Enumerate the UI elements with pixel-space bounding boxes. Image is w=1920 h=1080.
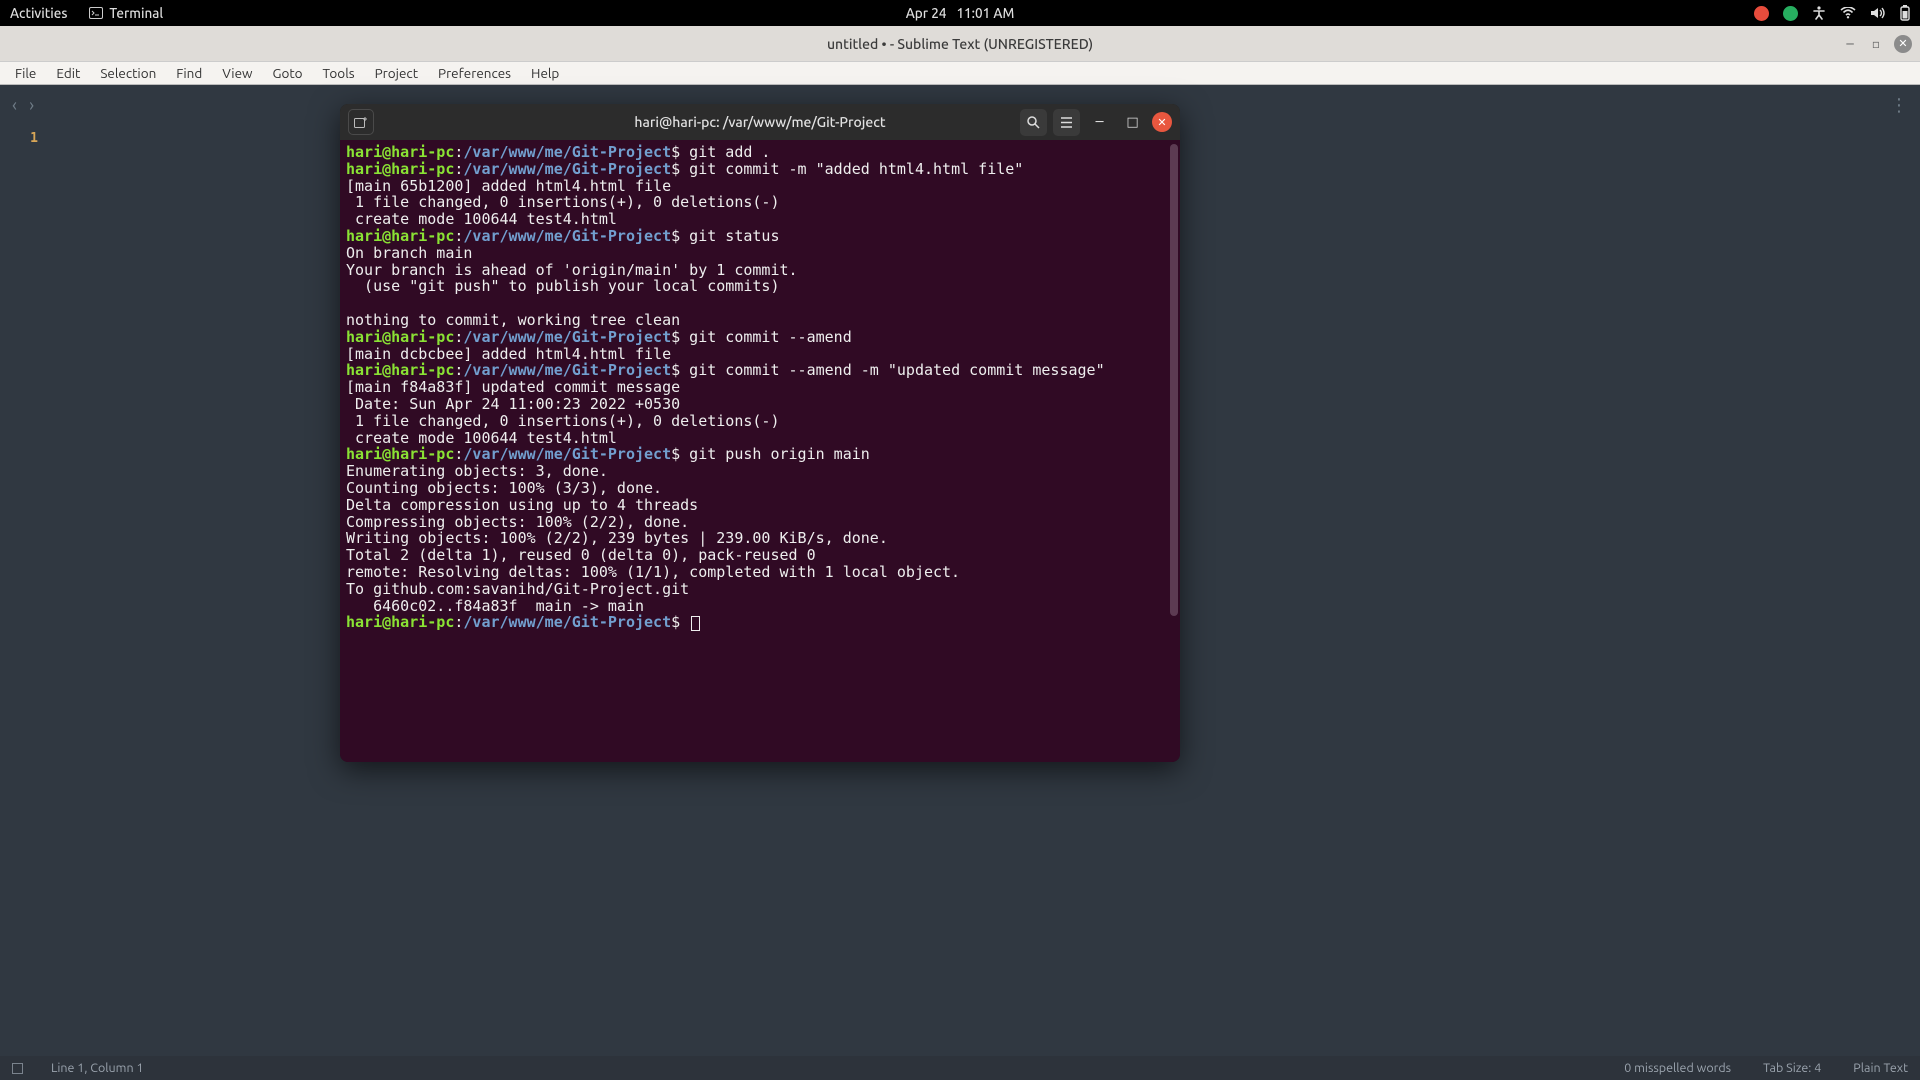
accessibility-icon[interactable] bbox=[1812, 6, 1826, 20]
terminal-output[interactable]: hari@hari-pc:/var/www/me/Git-Project$ gi… bbox=[340, 140, 1180, 762]
sublime-statusbar: Line 1, Column 1 0 misspelled words Tab … bbox=[0, 1056, 1920, 1080]
tab-history-nav: ‹ › bbox=[12, 95, 34, 115]
gnome-topbar: Activities Terminal Apr 24 11:01 AM bbox=[0, 0, 1920, 26]
new-tab-button[interactable] bbox=[348, 109, 374, 135]
time-label: 11:01 AM bbox=[956, 5, 1014, 21]
terminal-titlebar[interactable]: hari@hari-pc: /var/www/me/Git-Project ─ … bbox=[340, 104, 1180, 140]
minimize-icon[interactable]: ─ bbox=[1842, 36, 1858, 52]
nav-forward-icon[interactable]: › bbox=[29, 95, 34, 115]
menu-find[interactable]: Find bbox=[167, 63, 211, 83]
battery-icon[interactable] bbox=[1900, 5, 1910, 21]
menu-file[interactable]: File bbox=[6, 63, 45, 83]
close-icon[interactable]: ✕ bbox=[1894, 35, 1912, 53]
sublime-titlebar[interactable]: untitled • - Sublime Text (UNREGISTERED)… bbox=[0, 26, 1920, 61]
scrollbar[interactable] bbox=[1170, 144, 1178, 616]
menu-help[interactable]: Help bbox=[522, 63, 568, 83]
maximize-button[interactable]: □ bbox=[1119, 109, 1146, 136]
status-indicator-red-icon[interactable] bbox=[1754, 6, 1769, 21]
menu-edit[interactable]: Edit bbox=[47, 63, 89, 83]
nav-back-icon[interactable]: ‹ bbox=[12, 95, 17, 115]
terminal-icon bbox=[89, 7, 103, 19]
spellcheck-label[interactable]: 0 misspelled words bbox=[1624, 1061, 1731, 1075]
menu-view[interactable]: View bbox=[213, 63, 261, 83]
maximize-icon[interactable]: ▫ bbox=[1868, 36, 1884, 52]
active-app-terminal[interactable]: Terminal bbox=[89, 5, 163, 21]
more-icon[interactable]: ⋮ bbox=[1890, 95, 1906, 116]
indent-label[interactable]: Tab Size: 4 bbox=[1763, 1061, 1821, 1075]
sublime-menubar: FileEditSelectionFindViewGotoToolsProjec… bbox=[0, 61, 1920, 85]
terminal-window: hari@hari-pc: /var/www/me/Git-Project ─ … bbox=[340, 104, 1180, 762]
terminal-title-label: hari@hari-pc: /var/www/me/Git-Project bbox=[634, 114, 885, 130]
menu-preferences[interactable]: Preferences bbox=[429, 63, 520, 83]
activities-button[interactable]: Activities bbox=[10, 5, 67, 21]
sublime-title-label: untitled • - Sublime Text (UNREGISTERED) bbox=[827, 36, 1093, 52]
date-label: Apr 24 bbox=[906, 5, 947, 21]
minimize-button[interactable]: ─ bbox=[1086, 109, 1113, 136]
volume-icon[interactable] bbox=[1870, 6, 1886, 20]
status-indicator-green-icon[interactable] bbox=[1783, 6, 1798, 21]
menu-goto[interactable]: Goto bbox=[264, 63, 312, 83]
menu-selection[interactable]: Selection bbox=[91, 63, 165, 83]
line-number: 1 bbox=[0, 131, 38, 146]
wifi-icon[interactable] bbox=[1840, 7, 1856, 19]
active-app-label: Terminal bbox=[109, 5, 163, 21]
panel-switcher-icon[interactable] bbox=[12, 1063, 23, 1074]
hamburger-menu-button[interactable] bbox=[1053, 109, 1080, 136]
menu-project[interactable]: Project bbox=[366, 63, 427, 83]
cursor-position-label[interactable]: Line 1, Column 1 bbox=[51, 1061, 144, 1075]
gutter: 1 bbox=[0, 85, 52, 1056]
close-button[interactable]: ✕ bbox=[1152, 112, 1172, 132]
clock[interactable]: Apr 24 11:01 AM bbox=[906, 5, 1015, 21]
syntax-label[interactable]: Plain Text bbox=[1853, 1061, 1908, 1075]
search-button[interactable] bbox=[1020, 109, 1047, 136]
menu-tools[interactable]: Tools bbox=[314, 63, 364, 83]
